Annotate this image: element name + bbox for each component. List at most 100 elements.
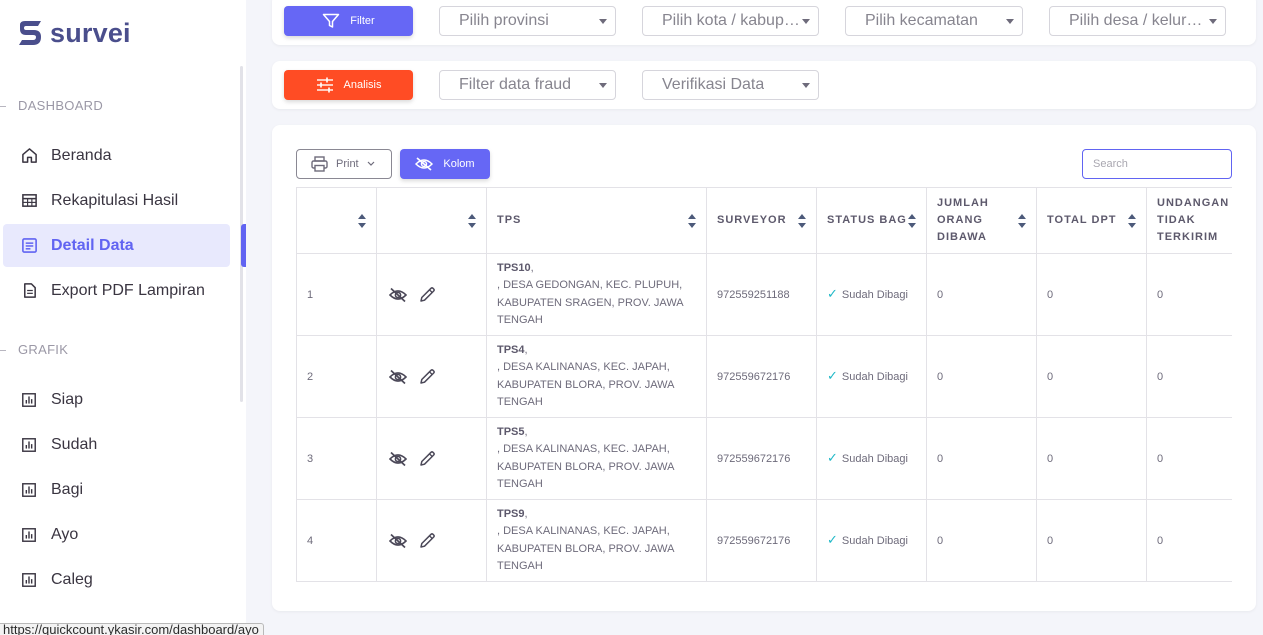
sidebar-item-bagi[interactable]: Bagi — [3, 468, 230, 511]
column-header-undangan[interactable]: UNDANGAN TIDAK TERKIRIM — [1146, 187, 1232, 254]
file-icon — [20, 282, 38, 300]
chevron-down-icon — [1006, 19, 1014, 24]
chevron-down-icon — [802, 19, 810, 24]
row-number: 3 — [296, 417, 377, 500]
tps-address: , DESA GEDONGAN, KEC. PLUPUH, KABUPATEN … — [497, 279, 684, 326]
bar-chart-icon — [20, 571, 38, 589]
sidebar: survei DASHBOARD Beranda Rekapitulasi Ha… — [0, 0, 246, 635]
check-icon: ✓ — [827, 368, 838, 383]
tps-address: , DESA KALINANAS, KEC. JAPAH, KABUPATEN … — [497, 443, 674, 490]
column-header-total-dpt[interactable]: TOTAL DPT — [1036, 187, 1147, 254]
status-cell: ✓ Sudah Dibagi — [816, 417, 927, 500]
sidebar-item-ayo[interactable]: Ayo — [3, 513, 230, 556]
tps-cell: TPS5,, DESA KALINANAS, KEC. JAPAH, KABUP… — [486, 417, 707, 500]
sort-icon[interactable] — [1128, 213, 1136, 228]
pencil-edit-icon[interactable] — [419, 286, 436, 303]
surveyor-cell: 972559251188 — [706, 253, 817, 336]
surveyor-cell: 972559672176 — [706, 499, 817, 582]
eye-off-icon[interactable] — [389, 287, 407, 303]
sort-icon[interactable] — [1018, 213, 1026, 228]
analisis-button[interactable]: Analisis — [284, 70, 413, 100]
desa-select[interactable]: Pilih desa / kelurahan — [1049, 6, 1226, 36]
kolom-button[interactable]: Kolom — [400, 149, 490, 179]
status-cell: ✓ Sudah Dibagi — [816, 499, 927, 582]
sidebar-item-export-pdf[interactable]: Export PDF Lampiran — [3, 269, 230, 312]
table-header-row: TPS SURVEYOR STATUS BAGI JUMLAH ORANG DI… — [296, 187, 1232, 254]
sidebar-item-label: Caleg — [51, 570, 93, 588]
row-actions — [376, 253, 487, 336]
table-grid-icon — [20, 192, 38, 210]
sidebar-item-label: Ayo — [51, 525, 79, 543]
surveyor-cell: 972559672176 — [706, 335, 817, 418]
printer-icon — [311, 156, 328, 172]
column-header-jumlah-orang[interactable]: JUMLAH ORANG DIBAWA — [926, 187, 1037, 254]
sidebar-item-detail-data[interactable]: Detail Data — [3, 224, 230, 267]
chevron-down-icon — [802, 83, 810, 88]
eye-off-icon[interactable] — [389, 533, 407, 549]
undangan-cell: 0 — [1146, 335, 1232, 418]
data-table-container[interactable]: TPS SURVEYOR STATUS BAGI JUMLAH ORANG DI… — [296, 187, 1232, 585]
bar-chart-icon — [20, 481, 38, 499]
sidebar-item-beranda[interactable]: Beranda — [3, 134, 230, 177]
jumlah-cell: 0 — [926, 499, 1037, 582]
home-icon — [20, 147, 38, 165]
eye-off-icon[interactable] — [389, 451, 407, 467]
sidebar-item-caleg[interactable]: Caleg — [3, 558, 230, 601]
pencil-edit-icon[interactable] — [419, 532, 436, 549]
print-button[interactable]: Print — [296, 149, 392, 179]
pencil-edit-icon[interactable] — [419, 450, 436, 467]
sort-icon[interactable] — [908, 213, 916, 228]
kecamatan-select[interactable]: Pilih kecamatan — [845, 6, 1023, 36]
data-table: TPS SURVEYOR STATUS BAGI JUMLAH ORANG DI… — [296, 187, 1232, 582]
surveyor-cell: 972559672176 — [706, 417, 817, 500]
verifikasi-select[interactable]: Verifikasi Data — [642, 70, 819, 100]
tps-cell: TPS9,, DESA KALINANAS, KEC. JAPAH, KABUP… — [486, 499, 707, 582]
status-cell: ✓ Sudah Dibagi — [816, 253, 927, 336]
eye-off-icon — [415, 157, 434, 171]
sort-icon[interactable] — [688, 213, 696, 228]
bar-chart-icon — [20, 391, 38, 409]
tps-name: TPS4 — [497, 343, 525, 356]
column-header-surveyor[interactable]: SURVEYOR — [706, 187, 817, 254]
column-header-tps[interactable]: TPS — [486, 187, 707, 254]
dpt-cell: 0 — [1036, 499, 1147, 582]
check-icon: ✓ — [827, 286, 838, 301]
sort-icon[interactable] — [358, 213, 366, 228]
sort-icon[interactable] — [468, 213, 476, 228]
jumlah-cell: 0 — [926, 417, 1037, 500]
tps-cell: TPS10,, DESA GEDONGAN, KEC. PLUPUH, KABU… — [486, 253, 707, 336]
column-header-status-bagi[interactable]: STATUS BAGI — [816, 187, 927, 254]
fraud-select[interactable]: Filter data fraud — [439, 70, 616, 100]
table-row: 1 TPS10,, DESA GEDONGAN, KEC. PLUPUH, KA… — [296, 253, 1232, 336]
table-row: 3 TPS5,, DESA KALINANAS, KEC. JAPAH, KAB… — [296, 417, 1232, 500]
bar-chart-icon — [20, 526, 38, 544]
funnel-icon — [323, 13, 340, 28]
brand-logo[interactable]: survei — [16, 18, 131, 49]
sidebar-item-rekapitulasi[interactable]: Rekapitulasi Hasil — [3, 179, 230, 222]
kota-select[interactable]: Pilih kota / kabupaten — [642, 6, 819, 36]
row-number: 2 — [296, 335, 377, 418]
row-actions — [376, 499, 487, 582]
pencil-edit-icon[interactable] — [419, 368, 436, 385]
sidebar-item-label: Bagi — [51, 480, 84, 498]
status-bar-url: https://quickcount.ykasir.com/dashboard/… — [0, 623, 264, 635]
sidebar-item-label: Siap — [51, 390, 84, 408]
table-row: 2 TPS4,, DESA KALINANAS, KEC. JAPAH, KAB… — [296, 335, 1232, 418]
section-dashboard: DASHBOARD — [0, 98, 103, 113]
column-header-no[interactable] — [296, 187, 377, 254]
sidebar-item-sudah[interactable]: Sudah — [3, 423, 230, 466]
provinsi-select[interactable]: Pilih provinsi — [439, 6, 616, 36]
eye-off-icon[interactable] — [389, 369, 407, 385]
sidebar-item-label: Sudah — [51, 435, 98, 453]
sidebar-item-label: Rekapitulasi Hasil — [51, 191, 179, 209]
column-header-actions[interactable] — [376, 187, 487, 254]
tps-cell: TPS4,, DESA KALINANAS, KEC. JAPAH, KABUP… — [486, 335, 707, 418]
undangan-cell: 0 — [1146, 417, 1232, 500]
table-row: 4 TPS9,, DESA KALINANAS, KEC. JAPAH, KAB… — [296, 499, 1232, 582]
sort-icon[interactable] — [798, 213, 806, 228]
chevron-down-icon — [599, 19, 607, 24]
search-input[interactable] — [1082, 149, 1232, 179]
filter-button[interactable]: Filter — [284, 6, 413, 36]
sidebar-item-siap[interactable]: Siap — [3, 378, 230, 421]
bar-chart-icon — [20, 436, 38, 454]
